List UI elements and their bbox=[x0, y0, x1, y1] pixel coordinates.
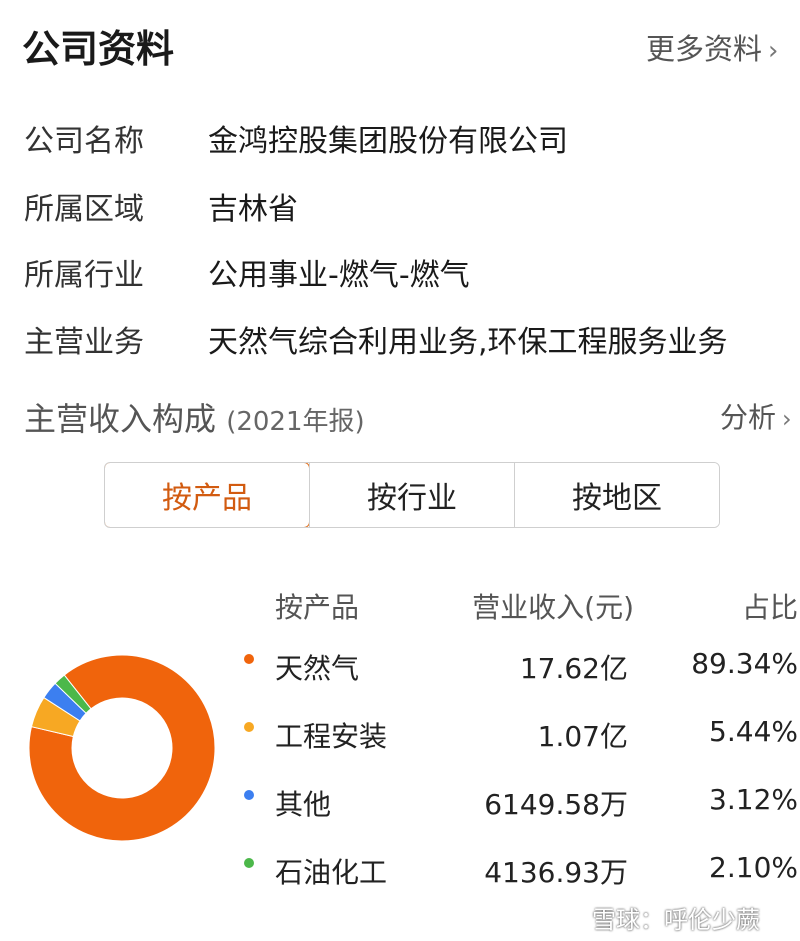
company-name-label: 公司名称 bbox=[24, 124, 144, 159]
row-petrochem-name: 石油化工 bbox=[275, 856, 388, 889]
row-other-name: 其他 bbox=[275, 788, 332, 821]
company-name-value: 金鸿控股集团股份有限公司 bbox=[208, 124, 568, 159]
main-business-value: 天然气综合利用业务,环保工程服务业务 bbox=[208, 325, 728, 360]
row-other-share: 3.12% bbox=[709, 783, 798, 816]
revenue-title: 主营收入构成 bbox=[24, 400, 217, 438]
industry-label: 所属行业 bbox=[24, 258, 144, 293]
legend-dot-petrochem bbox=[244, 858, 254, 868]
tab-by-region[interactable]: 按地区 bbox=[514, 463, 719, 527]
row-gas-share: 89.34% bbox=[691, 647, 798, 680]
analyze-link[interactable]: 分析 › bbox=[720, 396, 792, 436]
breakdown-tabs: 按产品 按行业 按地区 bbox=[104, 462, 720, 528]
row-installation-share: 5.44% bbox=[709, 715, 798, 748]
more-info-link[interactable]: 更多资料 › bbox=[646, 26, 778, 68]
industry-value: 公用事业-燃气-燃气 bbox=[208, 258, 470, 293]
row-other-revenue: 6149.58万 bbox=[484, 788, 628, 821]
more-info-label: 更多资料 bbox=[646, 32, 763, 66]
row-gas-revenue: 17.62亿 bbox=[519, 652, 628, 685]
row-installation-revenue: 1.07亿 bbox=[537, 720, 628, 753]
col-header-revenue: 营业收入(元) bbox=[472, 591, 634, 624]
row-petrochem-share: 2.10% bbox=[709, 851, 798, 884]
row-petrochem-revenue: 4136.93万 bbox=[484, 856, 628, 889]
revenue-donut-chart bbox=[28, 654, 216, 842]
row-installation-name: 工程安装 bbox=[275, 720, 388, 753]
col-header-product: 按产品 bbox=[275, 591, 360, 624]
page-title: 公司资料 bbox=[22, 27, 175, 71]
legend-dot-installation bbox=[244, 722, 254, 732]
watermark: 雪球：呼伦少蕨 bbox=[592, 906, 760, 934]
revenue-year-note: (2021年报) bbox=[226, 407, 365, 437]
tab-by-product[interactable]: 按产品 bbox=[105, 463, 310, 527]
revenue-section-title: 主营收入构成 (2021年报) bbox=[24, 394, 365, 440]
legend-dot-other bbox=[244, 790, 254, 800]
row-gas-name: 天然气 bbox=[275, 652, 360, 685]
region-label: 所属区域 bbox=[24, 192, 144, 227]
main-business-label: 主营业务 bbox=[24, 325, 144, 360]
region-value: 吉林省 bbox=[208, 192, 298, 227]
chevron-right-icon: › bbox=[782, 405, 792, 433]
analyze-label: 分析 bbox=[720, 401, 777, 434]
legend-dot-gas bbox=[244, 654, 254, 664]
chevron-right-icon: › bbox=[768, 36, 779, 66]
tab-by-industry[interactable]: 按行业 bbox=[309, 463, 514, 527]
col-header-share: 占比 bbox=[741, 591, 798, 624]
